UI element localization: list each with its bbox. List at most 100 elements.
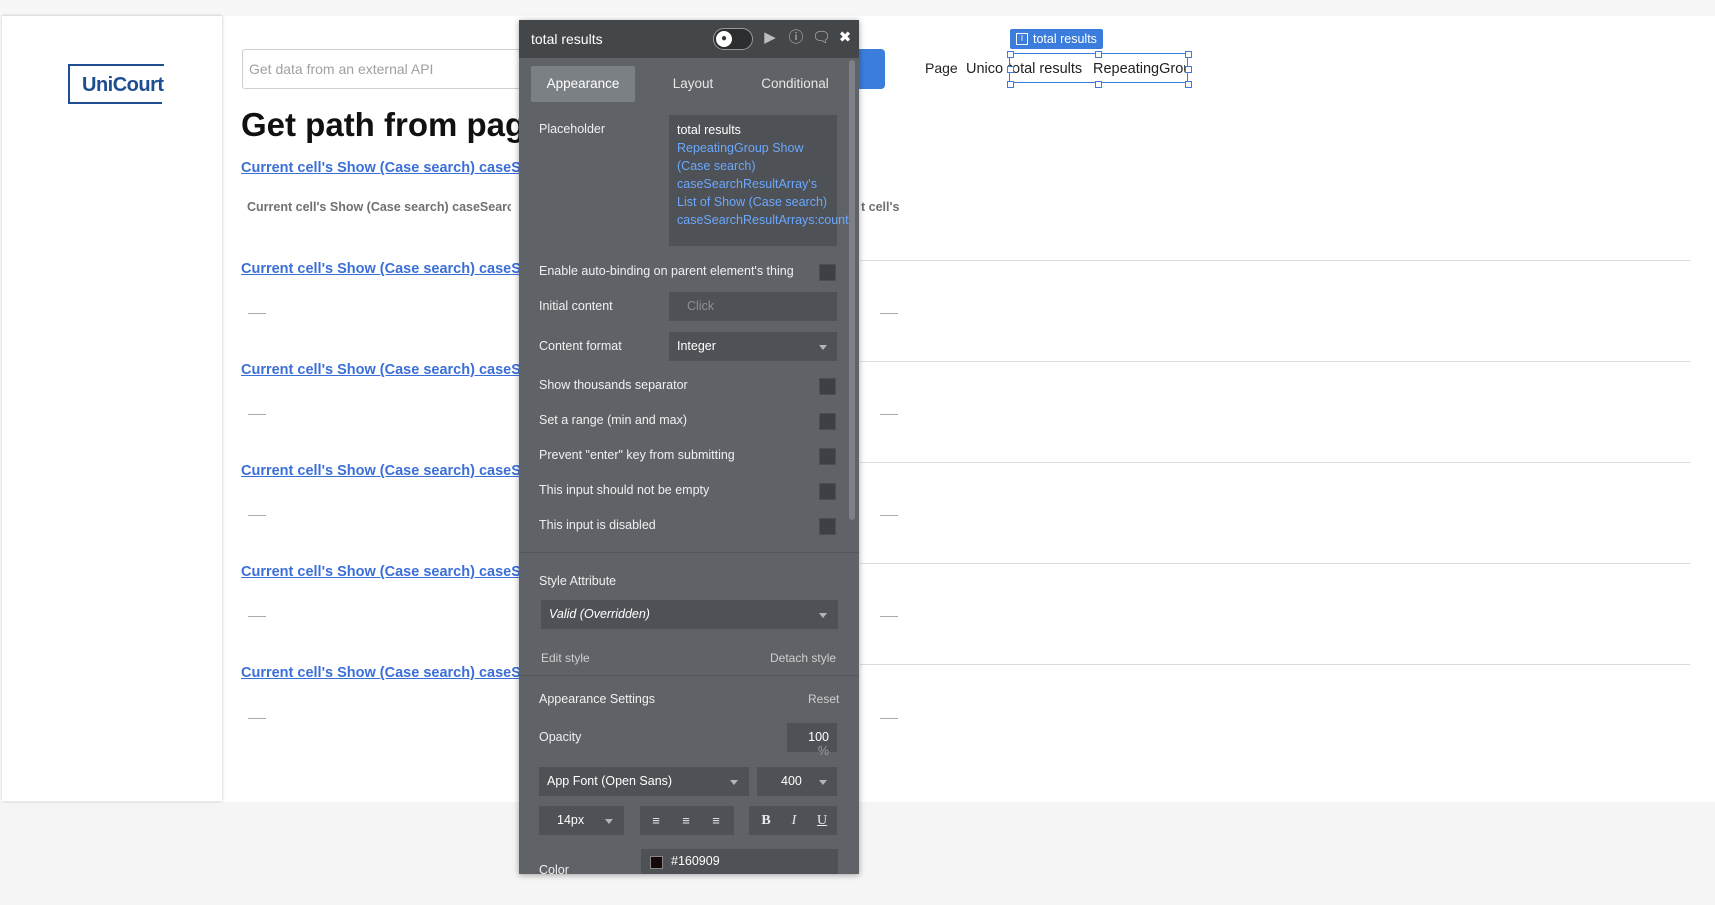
empty-cell-dash (880, 414, 898, 415)
selected-element-tag: I total results (1010, 29, 1103, 49)
api-button[interactable] (855, 49, 885, 89)
row-divider (860, 462, 1690, 463)
resize-handle[interactable] (1007, 51, 1014, 58)
style-attribute-label: Style Attribute (539, 574, 617, 588)
resize-handle[interactable] (1007, 81, 1014, 88)
empty-cell-dash (248, 414, 266, 415)
reset-link[interactable]: Reset (808, 692, 839, 706)
initial-content-label: Initial content (539, 299, 613, 313)
external-api-input[interactable]: Get data from an external API (242, 49, 522, 89)
row-divider (860, 260, 1690, 261)
not-empty-checkbox[interactable] (819, 483, 836, 500)
chevron-down-icon (819, 613, 827, 618)
chevron-down-icon (819, 780, 827, 785)
editor-header: total results ● ▶ ⓘ 🗨 ✖ (519, 20, 859, 58)
logo-text: UniCourt (80, 74, 166, 97)
section-divider (519, 675, 859, 676)
page-text-unico: Unico (966, 61, 1004, 77)
info-icon[interactable]: ⓘ (788, 30, 804, 46)
row-link[interactable]: Current cell's Show (Case search) caseSe (241, 564, 529, 580)
opacity-label: Opacity (539, 730, 582, 744)
color-swatch[interactable] (650, 856, 663, 869)
chevron-down-icon (730, 780, 738, 785)
resize-handle[interactable] (1185, 81, 1192, 88)
style-value: Valid (Overridden) (549, 607, 650, 621)
chevron-down-icon (819, 345, 827, 350)
not-empty-label: This input should not be empty (539, 483, 710, 497)
underline-button[interactable]: U (811, 810, 833, 832)
row-link[interactable]: Current cell's Show (Case search) caseSe (241, 261, 529, 277)
font-family-select[interactable]: App Font (Open Sans) (539, 767, 749, 796)
resize-handle[interactable] (1095, 81, 1102, 88)
empty-cell-dash (880, 313, 898, 314)
placeholder-dynamic-expression[interactable]: RepeatingGroup Show (Case search) caseSe… (677, 139, 849, 229)
empty-cell-dash (248, 313, 266, 314)
auto-binding-checkbox[interactable] (819, 264, 836, 281)
row-link[interactable]: Current cell's Show (Case search) caseSe (241, 463, 529, 479)
row-divider (860, 664, 1690, 665)
disabled-checkbox[interactable] (819, 518, 836, 535)
editor-title: total results (531, 31, 603, 47)
set-range-checkbox[interactable] (819, 413, 836, 430)
tab-appearance[interactable]: Appearance (531, 66, 635, 102)
bold-button[interactable]: B (755, 810, 777, 832)
font-weight-value: 400 (781, 774, 802, 788)
empty-cell-dash (248, 515, 266, 516)
close-icon[interactable]: ✖ (837, 30, 853, 46)
unicourt-logo: UniCourt (68, 64, 166, 104)
align-left-icon[interactable]: ≡ (645, 810, 667, 832)
editor-tabs: Appearance Layout Conditional (531, 66, 847, 102)
content-format-label: Content format (539, 339, 622, 353)
empty-cell-dash (248, 616, 266, 617)
empty-cell-dash (880, 718, 898, 719)
set-range-label: Set a range (min and max) (539, 413, 687, 427)
resize-handle[interactable] (1007, 66, 1014, 73)
header-cell: t cell's (861, 200, 900, 214)
row-divider (860, 361, 1690, 362)
visibility-toggle[interactable]: ● (713, 28, 753, 50)
opacity-input[interactable]: 100 % (787, 723, 837, 758)
align-center-icon[interactable]: ≡ (675, 810, 697, 832)
editor-scrollbar[interactable] (849, 60, 855, 520)
tab-layout[interactable]: Layout (643, 66, 743, 102)
property-editor: total results ● ▶ ⓘ 🗨 ✖ Appearance Layou… (519, 20, 859, 874)
style-select[interactable]: Valid (Overridden) (541, 600, 838, 629)
tab-conditional[interactable]: Conditional (743, 66, 847, 102)
align-right-icon[interactable]: ≡ (705, 810, 727, 832)
edit-style-link[interactable]: Edit style (541, 651, 590, 665)
content-format-value: Integer (677, 339, 716, 353)
row-link[interactable]: Current cell's Show (Case search) caseSe (241, 362, 529, 378)
resize-handle[interactable] (1185, 51, 1192, 58)
thousands-separator-checkbox[interactable] (819, 378, 836, 395)
placeholder-field[interactable]: total results RepeatingGroup Show (Case … (669, 115, 849, 246)
header-cell: Current cell's Show (Case search) caseSe… (247, 200, 511, 214)
row-link[interactable]: Current cell's Show (Case search) caseSe (241, 160, 529, 176)
play-icon[interactable]: ▶ (762, 30, 778, 46)
empty-cell-dash (880, 515, 898, 516)
color-value: #160909 (671, 854, 720, 868)
resize-handle[interactable] (1185, 66, 1192, 73)
top-strip (0, 0, 1715, 16)
empty-cell-dash (248, 718, 266, 719)
page-title: Get path from page (241, 106, 544, 143)
row-link[interactable]: Current cell's Show (Case search) caseSe (241, 665, 529, 681)
prevent-enter-checkbox[interactable] (819, 448, 836, 465)
comment-icon[interactable]: 🗨 (812, 30, 831, 46)
appearance-settings-label: Appearance Settings (539, 692, 656, 706)
placeholder-label: Placeholder (539, 122, 606, 136)
placeholder-static-text: total results (677, 123, 741, 137)
page-label: Page (925, 60, 958, 76)
content-format-select[interactable]: Integer (669, 332, 837, 361)
resize-handle[interactable] (1095, 51, 1102, 58)
disabled-label: This input is disabled (539, 518, 656, 532)
selected-tag-label: total results (1033, 32, 1097, 46)
initial-content-field[interactable]: Click (669, 292, 837, 321)
empty-cell-dash (880, 616, 898, 617)
italic-button[interactable]: I (783, 810, 805, 832)
detach-style-link[interactable]: Detach style (770, 651, 836, 665)
sidebar-panel: UniCourt (2, 16, 222, 801)
opacity-value: 100 (808, 730, 829, 744)
font-family-value: App Font (Open Sans) (547, 774, 673, 788)
color-input[interactable]: #160909 (641, 849, 838, 874)
color-label: Color (539, 863, 569, 874)
